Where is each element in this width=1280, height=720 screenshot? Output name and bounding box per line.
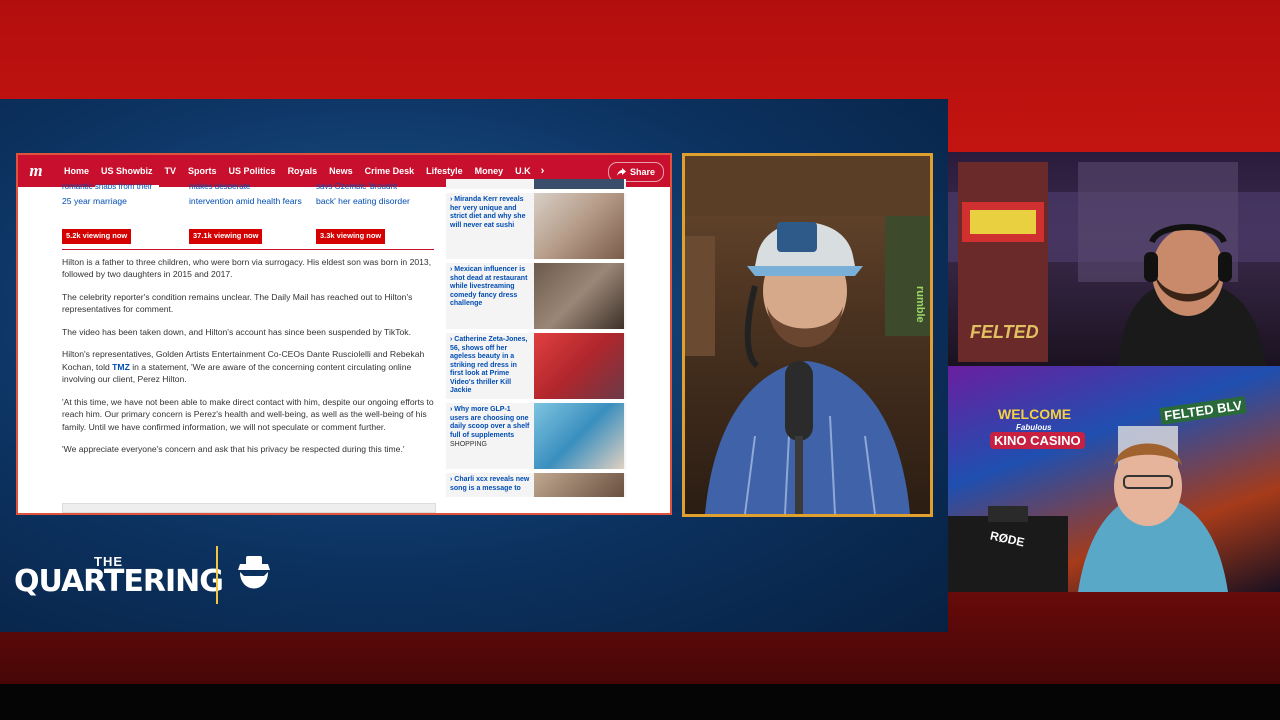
chevron-right-icon[interactable]: › <box>537 165 549 177</box>
related-title-cutoff: makes desperate <box>189 182 251 189</box>
felted-sign: FELTED <box>970 322 1039 342</box>
article-paragraph: Hilton is a father to three children, wh… <box>62 256 432 280</box>
story-thumbnail[interactable] <box>534 403 624 469</box>
article-paragraph: The video has been taken down, and Hilto… <box>62 326 411 337</box>
story-thumbnail[interactable] <box>534 263 624 329</box>
sidebar-stories: › Miranda Kerr reveals her very unique a… <box>446 179 626 501</box>
browser-window: m Home US Showbiz TV Sports US Politics … <box>16 153 672 515</box>
related-articles: romantic snaps from their 25 year marria… <box>62 182 434 244</box>
story-thumbnail[interactable] <box>534 179 624 189</box>
story-title[interactable]: › Catherine Zeta-Jones, 56, shows off he… <box>446 333 534 399</box>
related-article[interactable]: says Ozempic 'brought back' her eating d… <box>316 182 433 244</box>
story-title[interactable]: › Charli xcx reveals new song is a messa… <box>446 473 534 497</box>
welcome-sign-text: WELCOME <box>998 406 1072 422</box>
fabulous-sign-text: Fabulous <box>1016 423 1052 432</box>
related-article[interactable]: romantic snaps from their 25 year marria… <box>62 182 179 244</box>
bearded-mascot-icon <box>238 556 270 589</box>
article-paragraph: The celebrity reporter's condition remai… <box>62 291 413 315</box>
related-title[interactable]: back' her eating disorder <box>316 196 433 226</box>
story-thumbnail[interactable] <box>534 473 624 497</box>
webcam-main: rumble <box>682 153 933 517</box>
story-tag: SHOPPING <box>450 441 487 448</box>
section-divider <box>62 248 434 250</box>
embedded-media-placeholder <box>62 503 436 513</box>
story-title[interactable]: › Why more GLP-1 users are choosing one … <box>446 403 534 469</box>
webcam-right-top: FELTED <box>948 152 1280 366</box>
streamer-illustration <box>685 156 930 514</box>
article-paragraph: 'At this time, we have not been able to … <box>62 396 434 432</box>
brand-name: QUARTERING <box>14 564 224 599</box>
sidebar-story[interactable]: › Miranda Kerr reveals her very unique a… <box>446 193 626 259</box>
story-title[interactable]: › Miranda Kerr reveals her very unique a… <box>446 193 534 259</box>
article-body: romantic snaps from their 25 year marria… <box>62 182 434 466</box>
share-icon <box>616 168 626 176</box>
kino-casino-sign: KINO CASINO <box>990 432 1085 449</box>
viewing-badge: 37.1k viewing now <box>189 229 263 244</box>
channel-branding: THE QUARTERING <box>14 546 284 608</box>
related-title-cutoff: romantic snaps from their <box>62 182 153 189</box>
sidebar-story[interactable]: › Why more GLP-1 users are choosing one … <box>446 403 626 469</box>
related-title[interactable]: intervention amid health fears <box>189 196 306 226</box>
brand-separator <box>216 546 218 604</box>
article-paragraph: Hilton's representatives, Golden Artists… <box>62 348 434 386</box>
related-title[interactable]: 25 year marriage <box>62 196 179 226</box>
story-title[interactable]: › Mexican influencer is shot dead at res… <box>446 263 534 329</box>
viewing-badge: 5.2k viewing now <box>62 229 132 244</box>
sidebar-story[interactable] <box>446 179 626 189</box>
sidebar-story[interactable]: › Mexican influencer is shot dead at res… <box>446 263 626 329</box>
sidebar-story[interactable]: › Charli xcx reveals new song is a messa… <box>446 473 626 497</box>
share-label: Share <box>629 167 655 177</box>
site-logo[interactable]: m <box>22 161 50 181</box>
story-thumbnail[interactable] <box>534 193 624 259</box>
nav-tv[interactable]: TV <box>159 155 183 187</box>
webcam-right-bottom: WELCOME Fabulous KINO CASINO FELTED BLV … <box>948 366 1280 592</box>
rumble-sign: rumble <box>914 286 926 323</box>
bottom-strip <box>0 684 1280 720</box>
article-paragraph: 'We appreciate everyone's concern and as… <box>62 444 405 454</box>
story-thumbnail[interactable] <box>534 333 624 399</box>
tmz-link[interactable]: TMZ <box>112 362 130 372</box>
related-article[interactable]: makes desperate intervention amid health… <box>189 182 306 244</box>
viewing-badge: 3.3k viewing now <box>316 229 386 244</box>
sidebar-story[interactable]: › Catherine Zeta-Jones, 56, shows off he… <box>446 333 626 399</box>
related-title-cutoff: says Ozempic 'brought <box>316 182 398 189</box>
